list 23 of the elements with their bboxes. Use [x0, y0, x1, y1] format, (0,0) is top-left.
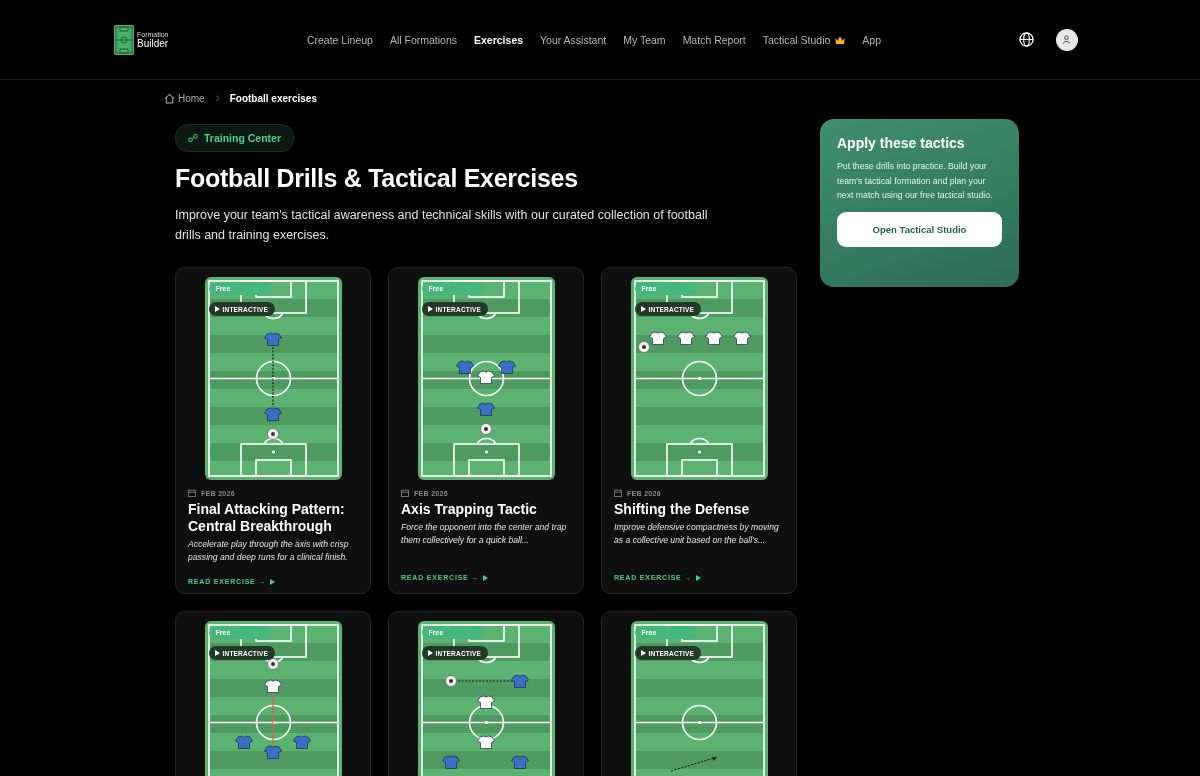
- breadcrumb-current: Football exercises: [229, 92, 317, 104]
- nav-link[interactable]: Match Report: [682, 33, 746, 46]
- nav-link[interactable]: Create Lineup: [306, 33, 373, 46]
- card-description: Improve defensive compactness by moving as a collective unit based on the ball's...: [614, 521, 780, 547]
- nav-link[interactable]: Exercises: [474, 33, 524, 46]
- cta-text: Put these drills into practice. Build your team's tactical formation and plan your next match using our free tactical studio.: [837, 160, 993, 202]
- section-badge: Training Center: [175, 124, 294, 152]
- nav-link[interactable]: All Formations: [389, 33, 457, 46]
- home-link[interactable]: Home: [164, 92, 205, 104]
- nav-link[interactable]: My Team: [623, 33, 666, 46]
- cta-title: Apply these tactics: [837, 135, 966, 151]
- card-description: Accelerate play through the axis with crisp passing and deep runs for a clinical finish.: [188, 538, 350, 564]
- page-subtitle: Improve your team's tactical awareness and technical skills with our curated collection of football drills and training exercises.: [175, 207, 709, 244]
- card-description: Force the opponent into the center and trap them collectively for a quick ball...: [401, 521, 568, 547]
- page-title: Football Drills & Tactical Exercises: [175, 164, 579, 193]
- card-title: Final Attacking Pattern: Central Breakthrough: [188, 501, 346, 535]
- logo-title: Builder: [137, 37, 169, 49]
- open-studio-button[interactable]: Open Tactical Studio: [837, 211, 1002, 247]
- nav-link[interactable]: App: [862, 33, 882, 46]
- nav-link[interactable]: Your Assistant: [540, 33, 607, 46]
- card-title: Shifting the Defense: [614, 501, 751, 518]
- nav-link[interactable]: Tactical Studio: [762, 33, 846, 46]
- card-title: Axis Trapping Tactic: [401, 501, 538, 518]
